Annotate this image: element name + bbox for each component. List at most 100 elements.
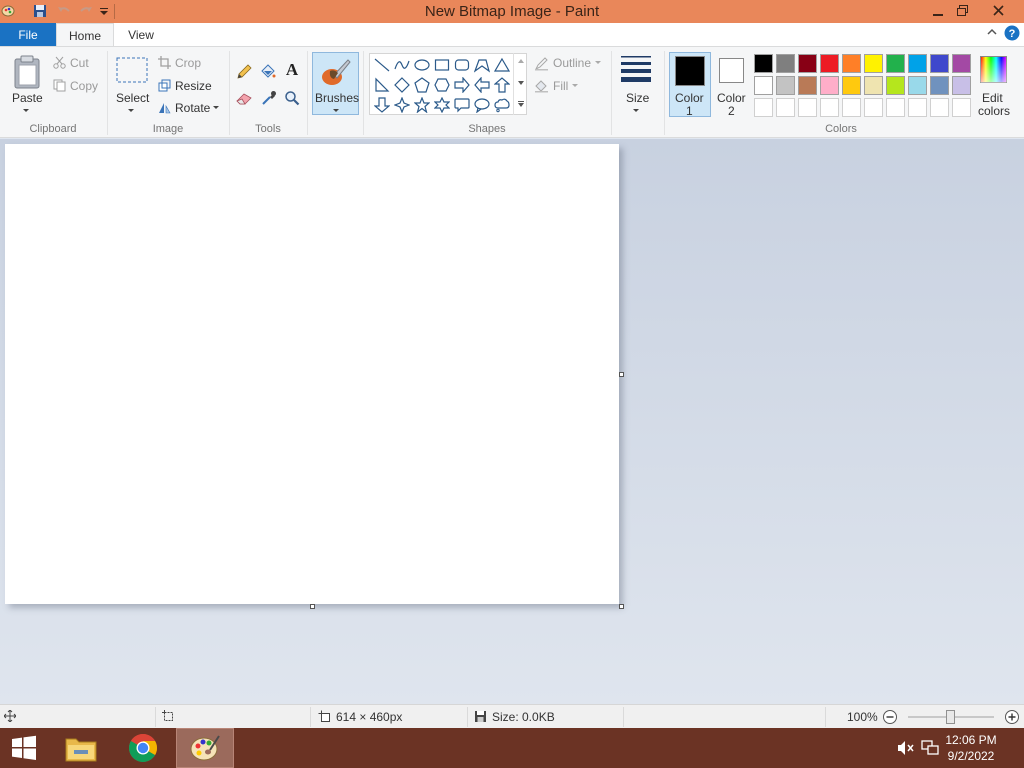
magnifier-icon[interactable] bbox=[283, 89, 301, 107]
palette-swatch[interactable] bbox=[754, 54, 773, 73]
system-clock[interactable]: 12:06 PM 9/2/2022 bbox=[936, 732, 1006, 764]
select-dropdown-icon[interactable] bbox=[128, 109, 134, 112]
fill-button[interactable]: Fill bbox=[553, 79, 568, 93]
size-dropdown-icon[interactable] bbox=[633, 109, 639, 112]
copy-button[interactable]: Copy bbox=[70, 79, 98, 93]
palette-swatch[interactable] bbox=[820, 54, 839, 73]
rounded-rectangle-shape-icon[interactable] bbox=[453, 56, 471, 74]
cloud-callout-shape-icon[interactable] bbox=[493, 96, 511, 114]
custom-color-slot[interactable] bbox=[820, 98, 839, 117]
pencil-icon[interactable] bbox=[235, 63, 253, 81]
custom-color-slot[interactable] bbox=[864, 98, 883, 117]
polygon-shape-icon[interactable] bbox=[473, 56, 491, 74]
size-button[interactable]: Size bbox=[626, 91, 649, 105]
rounded-callout-shape-icon[interactable] bbox=[453, 96, 471, 114]
five-point-star-shape-icon[interactable] bbox=[413, 96, 431, 114]
palette-swatch[interactable] bbox=[908, 54, 927, 73]
text-tool-icon[interactable]: A bbox=[283, 60, 301, 79]
color-2-swatch[interactable] bbox=[719, 58, 744, 83]
palette-swatch[interactable] bbox=[908, 76, 927, 95]
curve-shape-icon[interactable] bbox=[393, 56, 411, 74]
zoom-in-icon[interactable] bbox=[1004, 709, 1020, 728]
rotate-dropdown-icon[interactable] bbox=[213, 106, 219, 109]
palette-swatch[interactable] bbox=[886, 54, 905, 73]
cut-button[interactable]: Cut bbox=[70, 56, 89, 70]
tab-view[interactable]: View bbox=[114, 23, 168, 47]
custom-color-slot[interactable] bbox=[842, 98, 861, 117]
down-arrow-shape-icon[interactable] bbox=[373, 96, 391, 114]
brushes-button[interactable]: Brushes bbox=[312, 52, 359, 115]
edit-colors-label-line1[interactable]: Edit bbox=[982, 91, 1003, 105]
outline-dropdown-icon[interactable] bbox=[595, 61, 601, 64]
edit-colors-label-line2[interactable]: colors bbox=[978, 104, 1010, 118]
custom-color-slot[interactable] bbox=[798, 98, 817, 117]
volume-muted-icon[interactable] bbox=[897, 740, 915, 759]
shapes-more-icon[interactable] bbox=[517, 100, 525, 108]
pentagon-shape-icon[interactable] bbox=[413, 76, 431, 94]
tab-home[interactable]: Home bbox=[56, 23, 114, 47]
line-shape-icon[interactable] bbox=[373, 56, 391, 74]
close-button[interactable] bbox=[982, 0, 1014, 21]
drawing-canvas[interactable] bbox=[5, 144, 619, 604]
file-explorer-taskbar-button[interactable] bbox=[52, 728, 110, 768]
scroll-up-icon[interactable] bbox=[517, 58, 525, 64]
palette-swatch[interactable] bbox=[930, 54, 949, 73]
rotate-button[interactable]: Rotate bbox=[175, 101, 210, 115]
palette-swatch[interactable] bbox=[776, 54, 795, 73]
custom-color-slot[interactable] bbox=[952, 98, 971, 117]
right-arrow-shape-icon[interactable] bbox=[453, 76, 471, 94]
zoom-slider-thumb[interactable] bbox=[946, 710, 955, 724]
diamond-shape-icon[interactable] bbox=[393, 76, 411, 94]
resize-button[interactable]: Resize bbox=[175, 79, 212, 93]
outline-button[interactable]: Outline bbox=[553, 56, 591, 70]
paste-button[interactable]: Paste bbox=[12, 91, 43, 105]
palette-swatch[interactable] bbox=[820, 76, 839, 95]
up-arrow-shape-icon[interactable] bbox=[493, 76, 511, 94]
hexagon-shape-icon[interactable] bbox=[433, 76, 451, 94]
help-icon[interactable]: ? bbox=[1004, 25, 1020, 44]
start-button[interactable] bbox=[0, 728, 48, 768]
palette-swatch[interactable] bbox=[776, 76, 795, 95]
color-2-label[interactable]: Color bbox=[717, 91, 746, 105]
zoom-out-icon[interactable] bbox=[882, 709, 898, 728]
eraser-icon[interactable] bbox=[235, 89, 253, 107]
scroll-down-icon[interactable] bbox=[517, 80, 525, 86]
size-icon[interactable] bbox=[619, 54, 653, 84]
color-picker-icon[interactable] bbox=[260, 89, 278, 107]
palette-swatch[interactable] bbox=[798, 76, 817, 95]
rectangle-shape-icon[interactable] bbox=[433, 56, 451, 74]
palette-swatch[interactable] bbox=[952, 76, 971, 95]
tab-file[interactable]: File bbox=[0, 23, 56, 46]
palette-swatch[interactable] bbox=[864, 54, 883, 73]
custom-color-slot[interactable] bbox=[930, 98, 949, 117]
four-point-star-shape-icon[interactable] bbox=[393, 96, 411, 114]
paint-taskbar-button[interactable] bbox=[176, 728, 234, 768]
palette-swatch[interactable] bbox=[930, 76, 949, 95]
crop-button[interactable]: Crop bbox=[175, 56, 201, 70]
select-button[interactable]: Select bbox=[116, 91, 149, 105]
palette-swatch[interactable] bbox=[842, 54, 861, 73]
brushes-dropdown-icon[interactable] bbox=[333, 109, 339, 112]
custom-color-slot[interactable] bbox=[908, 98, 927, 117]
fill-bucket-icon[interactable] bbox=[258, 62, 276, 80]
collapse-ribbon-icon[interactable] bbox=[986, 26, 998, 41]
canvas-resize-handle-bottom[interactable] bbox=[310, 604, 315, 609]
oval-shape-icon[interactable] bbox=[413, 56, 431, 74]
edit-colors-icon[interactable] bbox=[979, 55, 1007, 83]
palette-swatch[interactable] bbox=[842, 76, 861, 95]
paste-icon[interactable] bbox=[10, 53, 44, 91]
canvas-resize-handle-right[interactable] bbox=[619, 372, 624, 377]
right-triangle-shape-icon[interactable] bbox=[373, 76, 391, 94]
palette-swatch[interactable] bbox=[754, 76, 773, 95]
palette-swatch[interactable] bbox=[886, 76, 905, 95]
canvas-resize-handle-corner[interactable] bbox=[619, 604, 624, 609]
color-1-button[interactable]: Color 1 bbox=[669, 52, 711, 118]
shapes-scrollbar[interactable] bbox=[513, 53, 527, 115]
palette-swatch[interactable] bbox=[952, 54, 971, 73]
custom-color-slot[interactable] bbox=[776, 98, 795, 117]
palette-swatch[interactable] bbox=[864, 76, 883, 95]
custom-color-slot[interactable] bbox=[886, 98, 905, 117]
six-point-star-shape-icon[interactable] bbox=[433, 96, 451, 114]
paste-dropdown-icon[interactable] bbox=[23, 109, 29, 112]
fill-dropdown-icon[interactable] bbox=[572, 84, 578, 87]
